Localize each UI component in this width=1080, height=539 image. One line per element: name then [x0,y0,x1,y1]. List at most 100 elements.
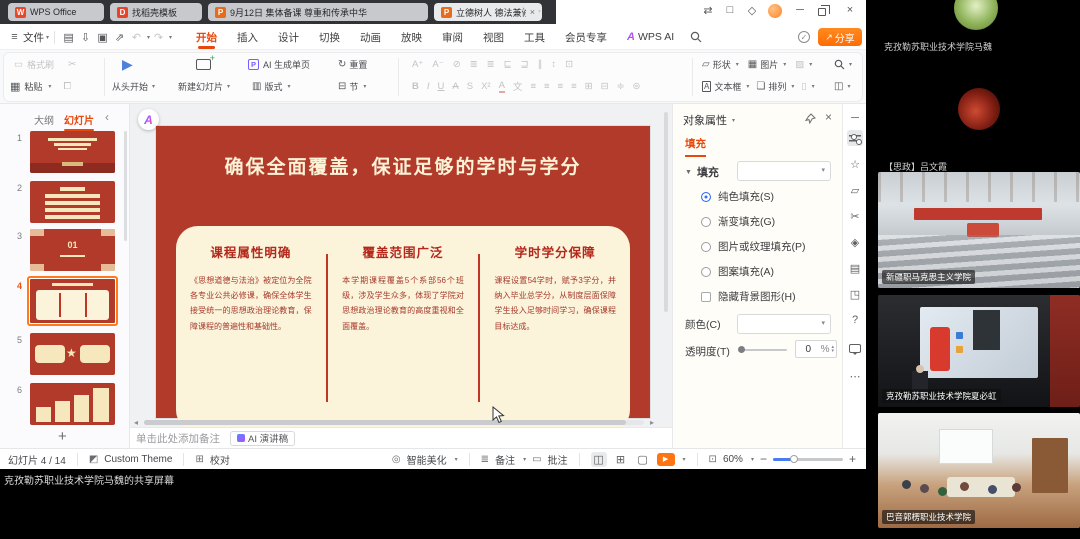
chevron-down-icon[interactable]: ▾ [849,61,852,68]
skin-settings-icon[interactable]: ◇ [744,4,760,17]
radio-gradient-fill[interactable]: 渐变填充(G) [701,214,775,229]
close-icon[interactable]: × [842,4,858,16]
tools-rail-icon[interactable]: ✂ [847,208,863,224]
format-painter-button[interactable]: 格式刷 [27,58,54,71]
menu-tab-insert[interactable]: 插入 [227,24,268,50]
crop-rail-icon[interactable]: ◳ [847,286,863,302]
redo-icon[interactable]: ↷ [150,31,167,44]
tab-fill[interactable]: 填充 [685,136,706,157]
main-menu-icon[interactable]: ≡ [6,31,23,43]
properties-rail-icon[interactable] [847,130,863,146]
task-pane-icon[interactable]: ◫ [834,81,843,92]
chevron-down-icon[interactable]: ▾ [847,83,850,90]
radio-solid-fill[interactable]: 纯色填充(S) [701,189,774,204]
tab-list-icon[interactable]: ▾ [538,8,541,15]
participant-avatar[interactable] [958,88,1000,130]
minimize-icon[interactable]: ─ [792,4,808,16]
superscript-icon[interactable]: X² [481,81,491,92]
align-right-icon[interactable]: ≡ [558,81,564,92]
sidebar-scrollbar[interactable] [124,131,127,241]
arrange-button[interactable]: 排列 [768,80,786,93]
help-rail-icon[interactable]: ? [847,312,863,328]
format-more-icon[interactable]: ⊜ [633,81,641,92]
transparency-spinner[interactable]: 0 % ▴ ▾ [795,340,837,358]
slide-column-3[interactable]: 学时学分保障 课程设置54学时，赋予3学分，并纳入毕业总学分，从制度层面保障学生… [480,242,630,432]
menu-tab-review[interactable]: 审阅 [432,24,473,50]
columns-icon[interactable]: ⊞ [585,81,593,92]
sync-status-icon[interactable]: ✓ [798,31,810,43]
slideshow-play-button[interactable]: ▶ [657,453,675,466]
chevron-down-icon[interactable]: ▾ [812,83,815,90]
chevron-down-icon[interactable]: ▾ [783,61,786,68]
slide-thumbnail-3[interactable]: 01 [30,229,115,271]
undo-icon[interactable]: ↶ [128,31,145,44]
fill-style-dropdown[interactable] [737,161,831,181]
comment-rail-icon[interactable] [847,340,863,356]
print-icon[interactable]: ▣ [94,31,111,44]
view-normal-icon[interactable]: ◫ [591,452,607,467]
indent-decrease-icon[interactable]: ⊑ [504,59,512,70]
tab-document-1[interactable]: P 9月12日 集体备课 尊重和传承中华 [208,3,428,21]
line-spacing-icon[interactable]: ↕ [551,59,556,70]
new-slide-button[interactable]: 新建幻灯片 [178,80,223,93]
slide-column-2[interactable]: 覆盖范围广泛 本学期课程覆盖5个系部56个班级，涉及学生众多，体现了学院对思想政… [328,242,478,432]
slide-thumbnail-6[interactable] [30,383,115,425]
zoom-out-icon[interactable]: − [760,452,767,466]
radio-picture-fill[interactable]: 图片或纹理填充(P) [701,239,806,254]
radio-pattern-fill[interactable]: 图案填充(A) [701,264,774,279]
chevron-down-icon[interactable]: ▾ [809,61,812,68]
font-increase-icon[interactable]: A⁺ [412,59,423,70]
chart-icon[interactable]: ▨ [795,59,804,70]
shapes-button[interactable]: 形状 [713,58,731,71]
cut-icon[interactable]: ✂ [68,59,76,70]
bullet-list-icon[interactable]: ≣ [470,59,478,70]
horizontal-scrollbar[interactable]: ◂ ▸ [134,419,662,427]
section-button[interactable]: 节 [349,80,358,93]
clear-format-icon[interactable]: ⊘ [453,59,461,70]
chevron-down-icon[interactable]: ▾ [169,34,172,41]
picture-button[interactable]: 图片 [760,58,778,71]
scrollbar-thumb[interactable] [144,420,626,425]
video-tile-1[interactable]: 新疆职马克思主义学院 [878,172,1080,288]
chevron-down-icon[interactable]: ▾ [746,83,749,90]
underline-icon[interactable]: U [438,81,445,92]
copy-icon[interactable]: ⧠ [63,81,71,92]
workspace-icon[interactable]: ⇄ [700,4,716,17]
save-icon[interactable]: ▤ [60,31,77,44]
slide-title-text[interactable]: 确保全面覆盖，保证足够的学时与学分 [156,152,650,179]
chevron-down-icon[interactable]: ▾ [523,456,526,463]
video-tile-2[interactable]: 克孜勒苏职业技术学院夏必虹 [878,295,1080,407]
play-from-start-icon[interactable]: ▶ [122,56,133,73]
menu-tab-slideshow[interactable]: 放映 [391,24,432,50]
collapse-panel-icon[interactable]: ‹ [105,110,109,124]
view-sorter-icon[interactable]: ⊞ [613,452,629,467]
smart-typeset-icon[interactable]: ⊡ [565,59,573,70]
tab-wps-home[interactable]: W WPS Office [8,3,104,21]
shadow-icon[interactable]: S [467,81,473,92]
chevron-down-icon[interactable]: ▾ [287,83,290,90]
slide-thumbnail-4-selected[interactable] [27,276,118,326]
chevron-down-icon[interactable]: ▾ [791,83,794,90]
slider-handle[interactable] [790,455,798,463]
menu-tab-design[interactable]: 设计 [268,24,309,50]
text-effect-icon[interactable]: 文 [513,79,523,93]
numbered-list-icon[interactable]: ≣ [487,59,495,70]
chevron-down-icon[interactable]: ▾ [152,83,155,90]
bold-icon[interactable]: B [412,81,419,92]
table-icon[interactable]: ⊟ [601,81,609,92]
paste-button[interactable]: 粘贴 [24,80,42,93]
comment-toggle[interactable]: 批注 [548,452,568,467]
ai-single-page-button[interactable]: AI 生成单页 [263,58,310,71]
chevron-down-icon[interactable]: ▾ [751,456,754,463]
fit-window-icon[interactable]: ⊡ [709,454,717,465]
tab-slides[interactable]: 幻灯片 [64,112,94,127]
notes-placeholder[interactable]: 单击此处添加备注 [136,431,220,446]
new-tab-icon[interactable]: + [520,4,526,16]
zoom-level[interactable]: 60% [723,454,743,465]
menu-tab-view[interactable]: 视图 [473,24,514,50]
tab-outline[interactable]: 大纲 [34,112,54,127]
checkbox-hide-background[interactable]: 隐藏背景图形(H) [701,289,796,304]
placeholder-icon[interactable]: ▯ [801,81,806,92]
menu-tab-tools[interactable]: 工具 [514,24,555,50]
ai-script-button[interactable]: AI 演讲稿 [230,431,295,446]
